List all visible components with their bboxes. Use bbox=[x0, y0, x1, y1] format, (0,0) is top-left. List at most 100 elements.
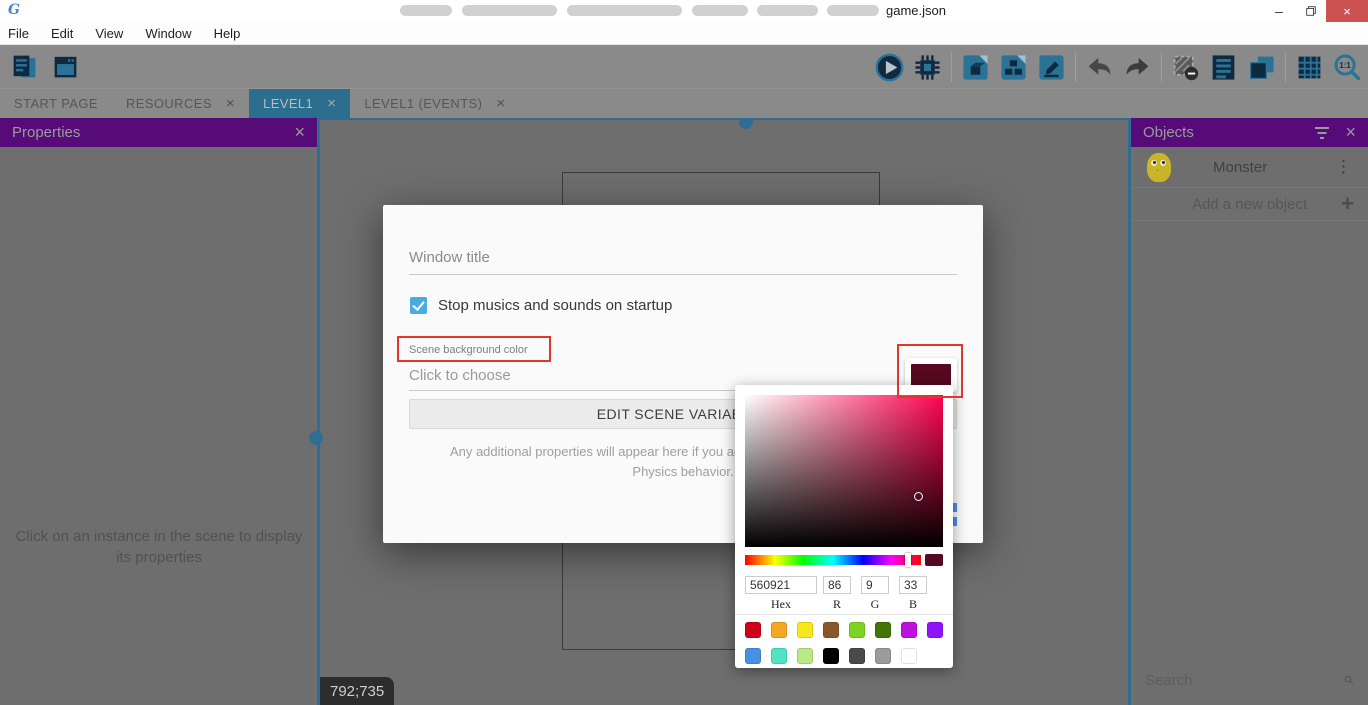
redacted-text-blur bbox=[757, 5, 818, 16]
monster-thumbnail-icon bbox=[1147, 153, 1171, 182]
search-icon[interactable] bbox=[1344, 670, 1354, 690]
color-picker-popup: Hex R G B bbox=[735, 385, 953, 668]
menu-view[interactable]: View bbox=[95, 26, 123, 41]
right-panel-divider[interactable] bbox=[1128, 118, 1131, 705]
window-title-label: Window title bbox=[409, 249, 490, 266]
tab-bar: START PAGE RESOURCES × LEVEL1 × LEVEL1 (… bbox=[0, 88, 1368, 118]
saturation-black-gradient bbox=[745, 395, 943, 547]
hex-label: Hex bbox=[745, 597, 817, 612]
tab-label: RESOURCES bbox=[126, 96, 212, 111]
tab-resources[interactable]: RESOURCES × bbox=[112, 89, 249, 118]
preset-swatch[interactable] bbox=[823, 622, 839, 638]
green-input[interactable] bbox=[861, 576, 889, 594]
preset-swatch[interactable] bbox=[745, 648, 761, 664]
title-bar: G game.json – × bbox=[0, 0, 1368, 22]
restore-button[interactable] bbox=[1294, 0, 1328, 22]
annotation-box-swatch bbox=[897, 344, 963, 398]
preset-swatch[interactable] bbox=[823, 648, 839, 664]
tab-start-page[interactable]: START PAGE bbox=[0, 89, 112, 118]
green-label: G bbox=[861, 597, 889, 612]
close-panel-icon[interactable]: × bbox=[1345, 122, 1356, 143]
stop-sounds-checkbox-row[interactable]: Stop musics and sounds on startup bbox=[410, 297, 672, 314]
checkbox-checked-icon[interactable] bbox=[410, 297, 427, 314]
blue-input[interactable] bbox=[899, 576, 927, 594]
menu-help[interactable]: Help bbox=[214, 26, 241, 41]
menu-bar: File Edit View Window Help bbox=[0, 22, 1368, 45]
redacted-text-blur bbox=[567, 5, 682, 16]
divider-drag-handle[interactable] bbox=[309, 431, 323, 445]
object-name: Monster bbox=[1213, 159, 1335, 176]
filter-icon[interactable] bbox=[1313, 126, 1331, 140]
toolbar-separator bbox=[1075, 52, 1076, 82]
grid-icon[interactable] bbox=[1295, 53, 1324, 82]
preset-swatch[interactable] bbox=[875, 622, 891, 638]
project-manager-icon[interactable] bbox=[10, 52, 39, 81]
play-preview-icon[interactable] bbox=[875, 53, 904, 82]
minimize-button[interactable]: – bbox=[1262, 0, 1296, 22]
saturation-area[interactable] bbox=[745, 395, 943, 547]
close-panel-icon[interactable]: × bbox=[294, 122, 305, 143]
search-input[interactable] bbox=[1145, 672, 1344, 689]
add-object-row[interactable]: Add a new object + bbox=[1131, 188, 1368, 221]
preset-swatch[interactable] bbox=[901, 622, 917, 638]
tab-close-icon[interactable]: × bbox=[226, 95, 235, 112]
add-object-label: Add a new object bbox=[1192, 196, 1307, 213]
zoom-1-1-icon[interactable]: 1:1 bbox=[1333, 53, 1362, 82]
preset-swatch[interactable] bbox=[927, 622, 943, 638]
red-input[interactable] bbox=[823, 576, 851, 594]
preset-swatch[interactable] bbox=[771, 648, 787, 664]
hex-input[interactable] bbox=[745, 576, 817, 594]
tab-close-icon[interactable]: × bbox=[496, 95, 505, 112]
svg-text:1:1: 1:1 bbox=[1339, 61, 1351, 70]
hue-slider-handle[interactable] bbox=[905, 553, 911, 567]
tab-label: LEVEL1 bbox=[263, 96, 313, 111]
preset-swatch[interactable] bbox=[797, 622, 813, 638]
preset-swatch[interactable] bbox=[849, 648, 865, 664]
menu-file[interactable]: File bbox=[8, 26, 29, 41]
toggle-mask-icon[interactable] bbox=[1171, 53, 1200, 82]
objects-panel-header: Objects × bbox=[1131, 118, 1368, 147]
add-multiple-objects-icon[interactable] bbox=[999, 53, 1028, 82]
preset-swatch[interactable] bbox=[797, 648, 813, 664]
object-row-monster[interactable]: Monster ⋮ bbox=[1131, 147, 1368, 188]
tab-level1[interactable]: LEVEL1 × bbox=[249, 89, 350, 118]
preset-swatch[interactable] bbox=[875, 648, 891, 664]
edit-scene-icon[interactable] bbox=[1037, 53, 1066, 82]
saturation-pointer[interactable] bbox=[914, 492, 923, 501]
objects-panel: Objects × Monster ⋮ Add a new object + bbox=[1131, 118, 1368, 705]
picker-divider bbox=[735, 614, 953, 615]
toolbar-separator bbox=[1161, 52, 1162, 82]
click-to-choose-label[interactable]: Click to choose bbox=[409, 367, 511, 384]
window-title-input[interactable] bbox=[409, 274, 957, 275]
redo-icon[interactable] bbox=[1123, 53, 1152, 82]
tab-close-icon[interactable]: × bbox=[327, 95, 336, 112]
blue-label: B bbox=[899, 597, 927, 612]
debug-icon[interactable] bbox=[913, 53, 942, 82]
undo-icon[interactable] bbox=[1085, 53, 1114, 82]
hue-slider[interactable] bbox=[745, 555, 921, 565]
toolbar-separator bbox=[951, 52, 952, 82]
tab-level1-events[interactable]: LEVEL1 (EVENTS) × bbox=[350, 89, 519, 118]
start-page-icon[interactable] bbox=[51, 52, 80, 81]
plus-icon[interactable]: + bbox=[1341, 191, 1354, 217]
toolbar: 1:1 bbox=[0, 45, 1368, 88]
preset-swatch[interactable] bbox=[745, 622, 761, 638]
stop-sounds-label: Stop musics and sounds on startup bbox=[438, 297, 672, 314]
menu-edit[interactable]: Edit bbox=[51, 26, 73, 41]
preset-swatch[interactable] bbox=[901, 648, 917, 664]
objects-list-icon[interactable] bbox=[1209, 53, 1238, 82]
layers-icon[interactable] bbox=[1247, 53, 1276, 82]
scene-top-divider[interactable] bbox=[320, 118, 1128, 120]
add-object-icon[interactable] bbox=[961, 53, 990, 82]
preset-swatch[interactable] bbox=[849, 622, 865, 638]
object-menu-icon[interactable]: ⋮ bbox=[1335, 157, 1358, 177]
objects-panel-title: Objects bbox=[1143, 124, 1313, 141]
left-panel-divider[interactable] bbox=[317, 118, 320, 705]
object-search-row bbox=[1131, 663, 1368, 697]
redacted-text-blur bbox=[462, 5, 557, 16]
menu-window[interactable]: Window bbox=[145, 26, 191, 41]
tab-label: START PAGE bbox=[14, 96, 98, 111]
close-window-button[interactable]: × bbox=[1326, 0, 1368, 22]
preset-swatch[interactable] bbox=[771, 622, 787, 638]
properties-panel-title: Properties bbox=[12, 124, 294, 141]
